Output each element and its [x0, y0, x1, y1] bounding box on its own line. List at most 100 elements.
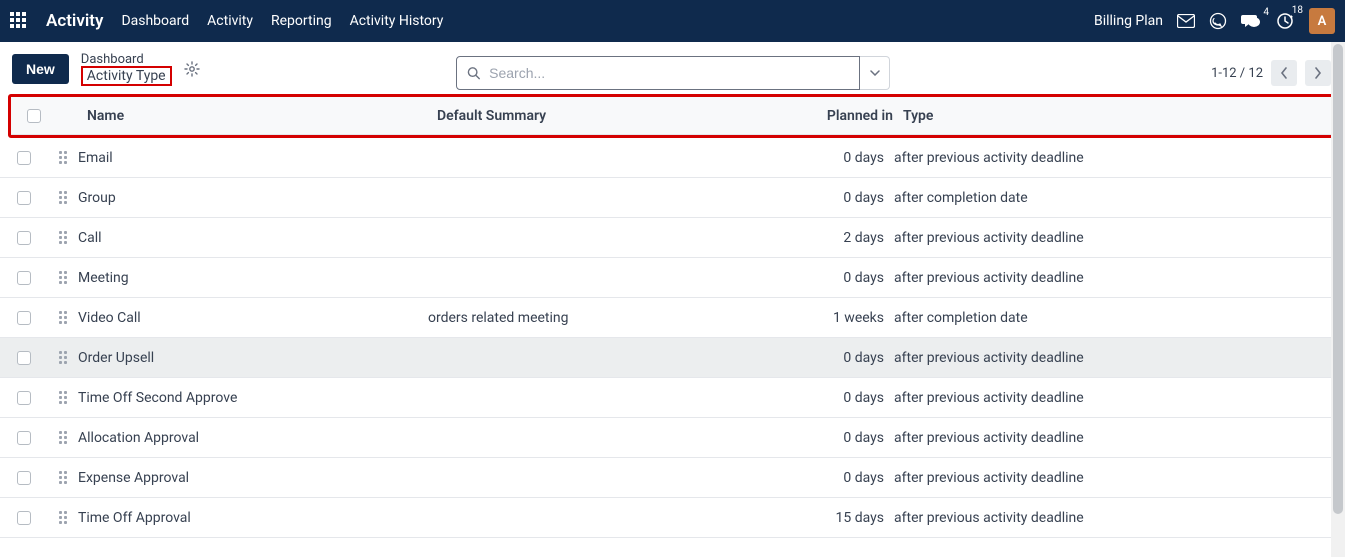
- chat-badge: 4: [1263, 7, 1269, 18]
- drag-handle[interactable]: [48, 391, 78, 404]
- row-checkbox[interactable]: [17, 231, 31, 245]
- user-avatar[interactable]: A: [1309, 8, 1335, 34]
- cell-planned: 0 days: [738, 470, 894, 486]
- cell-planned: 0 days: [738, 430, 894, 446]
- control-bar: New Dashboard Activity Type 1-12 / 12: [0, 42, 1345, 94]
- row-checkbox[interactable]: [17, 311, 31, 325]
- cell-summary: orders related meeting: [428, 310, 738, 326]
- cell-type: after previous activity deadline: [894, 510, 1337, 526]
- row-checkbox[interactable]: [17, 351, 31, 365]
- billing-plan-link[interactable]: Billing Plan: [1094, 13, 1163, 29]
- cell-type: after completion date: [894, 310, 1337, 326]
- search-box[interactable]: [456, 56, 860, 90]
- drag-dots-icon: [59, 311, 67, 324]
- cell-name: Order Upsell: [78, 350, 428, 366]
- drag-handle[interactable]: [48, 471, 78, 484]
- cell-name: Time Off Approval: [78, 510, 428, 526]
- cell-name: Expense Approval: [78, 470, 428, 486]
- drag-dots-icon: [59, 231, 67, 244]
- cell-planned: 2 days: [738, 230, 894, 246]
- cell-name: Time Off Second Approve: [78, 390, 428, 406]
- search-dropdown-toggle[interactable]: [860, 56, 890, 90]
- table-row[interactable]: Group 0 days after completion date: [0, 178, 1345, 218]
- row-checkbox[interactable]: [17, 271, 31, 285]
- drag-handle[interactable]: [48, 351, 78, 364]
- nav-link-activity-history[interactable]: Activity History: [350, 13, 444, 29]
- table-row[interactable]: Allocation Approval 0 days after previou…: [0, 418, 1345, 458]
- breadcrumb-current: Activity Type: [87, 68, 166, 84]
- breadcrumb-current-highlight: Activity Type: [81, 66, 172, 86]
- row-checkbox[interactable]: [17, 151, 31, 165]
- vertical-scrollbar-thumb[interactable]: [1333, 44, 1343, 514]
- cell-type: after completion date: [894, 190, 1337, 206]
- new-button[interactable]: New: [12, 54, 69, 84]
- drag-handle[interactable]: [48, 231, 78, 244]
- column-header-type[interactable]: Type: [903, 108, 1334, 124]
- cell-planned: 0 days: [738, 270, 894, 286]
- cell-type: after previous activity deadline: [894, 350, 1337, 366]
- table-row[interactable]: Time Off Second Approve 0 days after pre…: [0, 378, 1345, 418]
- nav-link-activity[interactable]: Activity: [207, 13, 253, 29]
- row-checkbox[interactable]: [17, 511, 31, 525]
- column-header-planned[interactable]: Planned in: [747, 108, 903, 124]
- pager-next-button[interactable]: [1305, 60, 1331, 86]
- table-row[interactable]: Call 2 days after previous activity dead…: [0, 218, 1345, 258]
- table-header-highlight: Name Default Summary Planned in Type: [8, 94, 1337, 138]
- chevron-right-icon: [1314, 67, 1322, 79]
- row-checkbox-cell: [0, 231, 48, 245]
- gear-icon[interactable]: [184, 61, 200, 77]
- table-row[interactable]: Meeting 0 days after previous activity d…: [0, 258, 1345, 298]
- row-checkbox-cell: [0, 511, 48, 525]
- nav-left: Activity Dashboard Activity Reporting Ac…: [10, 11, 443, 31]
- cell-name: Allocation Approval: [78, 430, 428, 446]
- cell-type: after previous activity deadline: [894, 150, 1337, 166]
- drag-dots-icon: [59, 351, 67, 364]
- whatsapp-icon[interactable]: [1209, 12, 1227, 30]
- select-all-checkbox[interactable]: [27, 109, 41, 123]
- drag-handle[interactable]: [48, 191, 78, 204]
- cell-name: Email: [78, 150, 428, 166]
- column-header-name[interactable]: Name: [87, 108, 437, 124]
- caret-down-icon: [870, 70, 880, 76]
- cell-planned: 0 days: [738, 190, 894, 206]
- search-icon: [467, 66, 481, 81]
- row-checkbox-cell: [0, 311, 48, 325]
- drag-handle[interactable]: [48, 311, 78, 324]
- brand-title[interactable]: Activity: [46, 11, 103, 31]
- cell-name: Video Call: [78, 310, 428, 326]
- cell-name: Group: [78, 190, 428, 206]
- cell-type: after previous activity deadline: [894, 270, 1337, 286]
- breadcrumb-parent[interactable]: Dashboard: [81, 52, 172, 67]
- table-row[interactable]: Expense Approval 0 days after previous a…: [0, 458, 1345, 498]
- row-checkbox[interactable]: [17, 431, 31, 445]
- nav-right: Billing Plan 4 18 A: [1094, 8, 1335, 34]
- row-checkbox-cell: [0, 471, 48, 485]
- nav-link-dashboard[interactable]: Dashboard: [121, 13, 189, 29]
- row-checkbox[interactable]: [17, 191, 31, 205]
- cell-planned: 15 days: [738, 510, 894, 526]
- drag-handle[interactable]: [48, 511, 78, 524]
- clock-refresh-icon[interactable]: 18: [1275, 11, 1295, 31]
- drag-dots-icon: [59, 431, 67, 444]
- breadcrumb: Dashboard Activity Type: [81, 52, 172, 86]
- cell-planned: 1 weeks: [738, 310, 894, 326]
- drag-handle[interactable]: [48, 271, 78, 284]
- pager-prev-button[interactable]: [1271, 60, 1297, 86]
- column-header-summary[interactable]: Default Summary: [437, 108, 747, 124]
- nav-link-reporting[interactable]: Reporting: [271, 13, 332, 29]
- table-row[interactable]: Time Off Approval 15 days after previous…: [0, 498, 1345, 538]
- drag-handle[interactable]: [48, 431, 78, 444]
- pager-text: 1-12 / 12: [1211, 66, 1263, 81]
- chat-icon[interactable]: 4: [1241, 13, 1261, 29]
- drag-dots-icon: [59, 271, 67, 284]
- row-checkbox[interactable]: [17, 391, 31, 405]
- table-row[interactable]: Video Call orders related meeting 1 week…: [0, 298, 1345, 338]
- row-checkbox-cell: [0, 431, 48, 445]
- table-row[interactable]: Email 0 days after previous activity dea…: [0, 138, 1345, 178]
- table-row[interactable]: Order Upsell 0 days after previous activ…: [0, 338, 1345, 378]
- row-checkbox[interactable]: [17, 471, 31, 485]
- apps-grid-icon[interactable]: [10, 12, 28, 30]
- mail-icon[interactable]: [1177, 14, 1195, 28]
- drag-handle[interactable]: [48, 151, 78, 164]
- search-input[interactable]: [489, 65, 849, 81]
